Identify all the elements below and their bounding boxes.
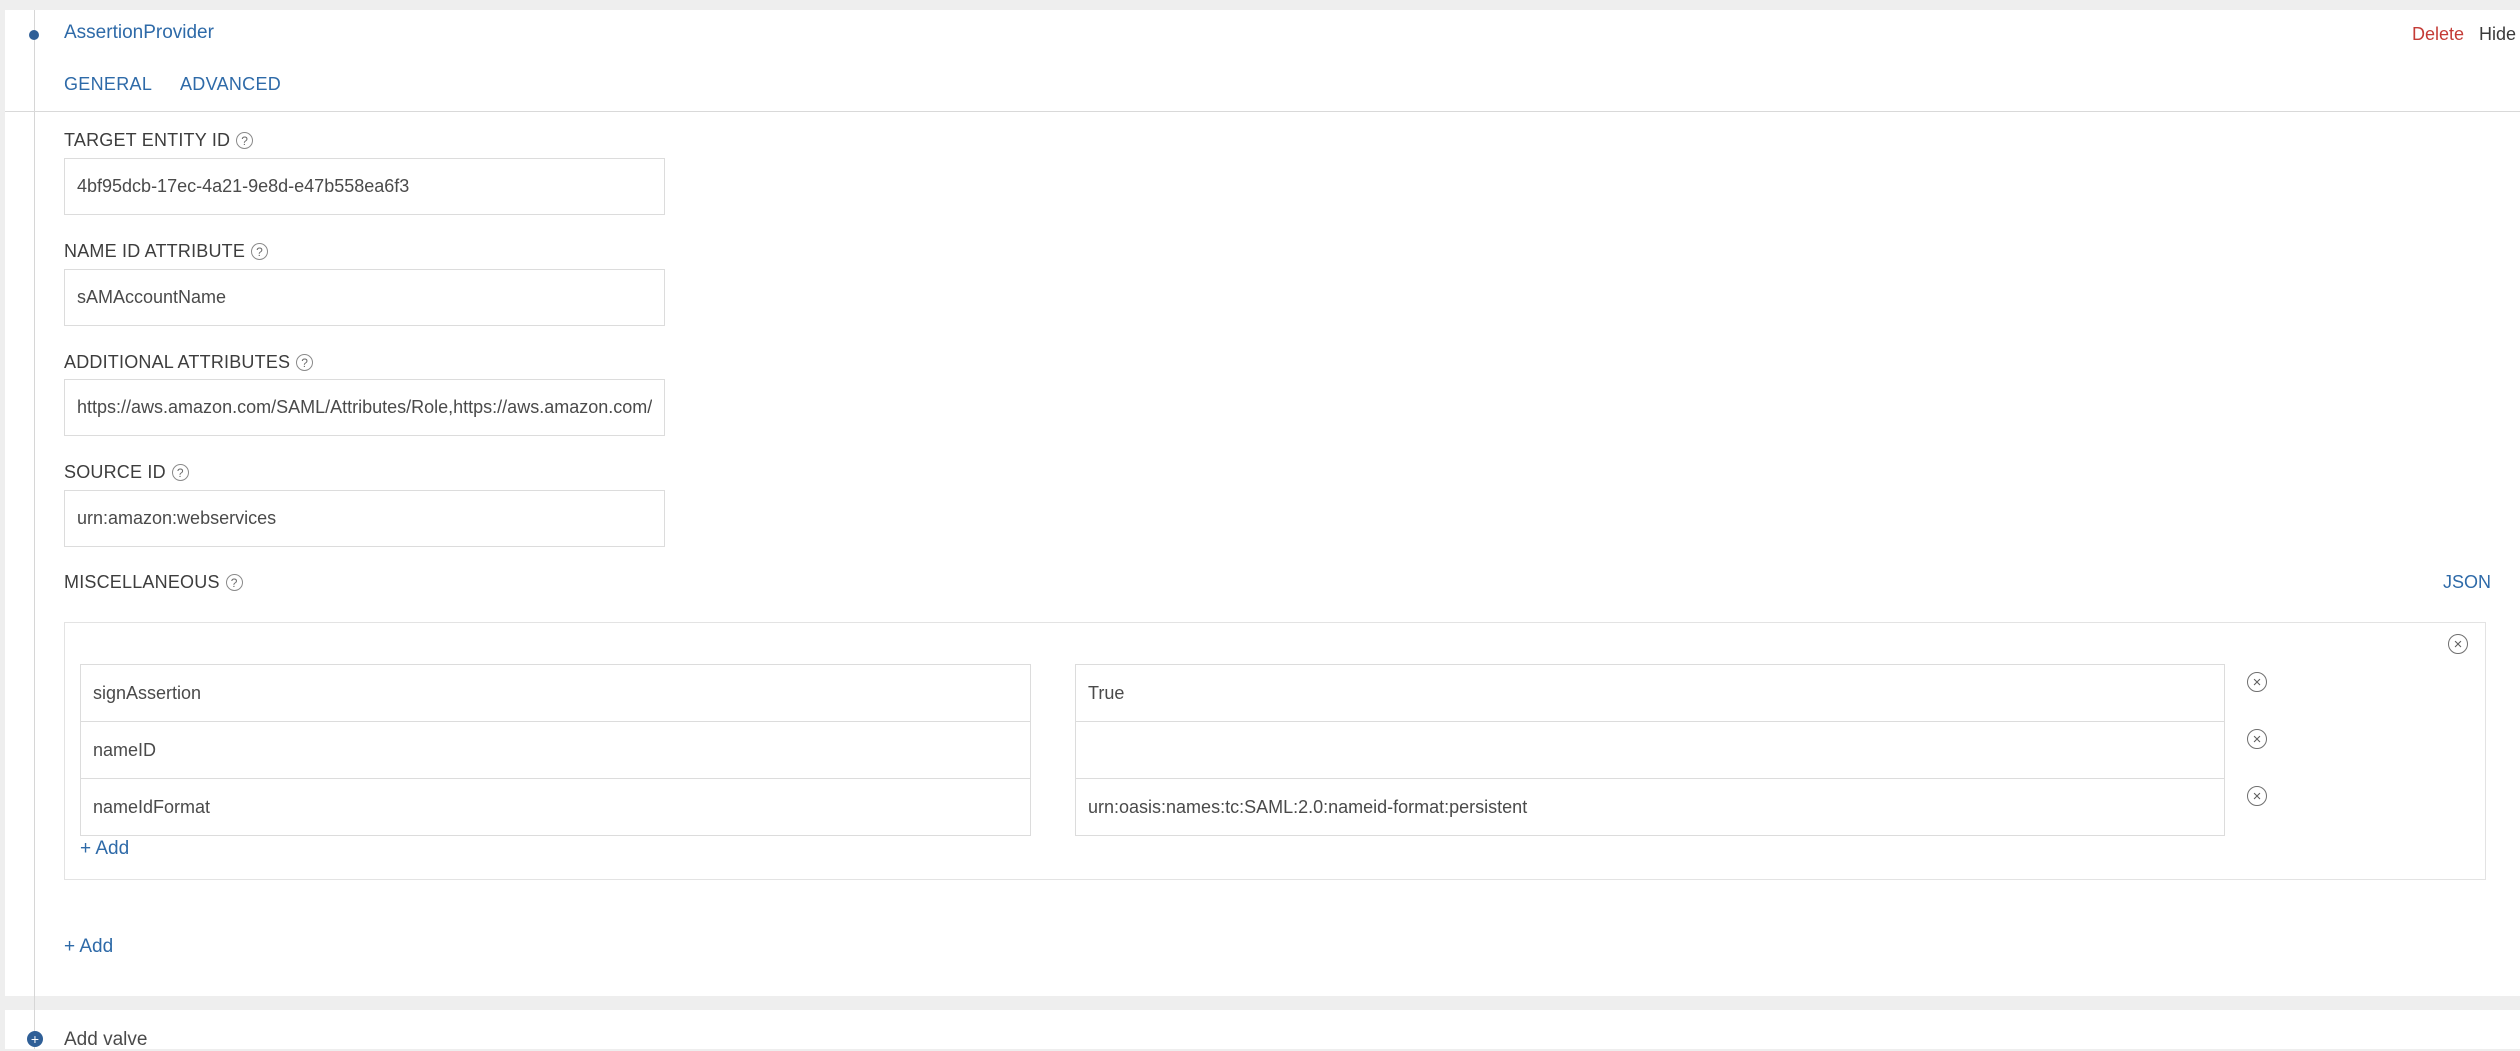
add-valve-panel — [5, 1010, 2520, 1049]
source-id-label-text: SOURCE ID — [64, 462, 166, 482]
timeline-dot-icon — [29, 30, 39, 40]
add-misc-row-button[interactable]: + Add — [80, 838, 129, 860]
additional-attributes-input[interactable] — [64, 379, 665, 436]
miscellaneous-label-text: MISCELLANEOUS — [64, 572, 220, 592]
provider-title[interactable]: AssertionProvider — [64, 22, 214, 44]
tab-advanced[interactable]: ADVANCED — [180, 74, 281, 95]
add-valve-button[interactable]: Add valve — [64, 1029, 147, 1051]
hide-button[interactable]: Hide — [2479, 24, 2516, 45]
question-circle-icon[interactable]: ? — [296, 354, 314, 371]
additional-attributes-label: ADDITIONAL ATTRIBUTES ? — [64, 352, 314, 373]
question-circle-icon[interactable]: ? — [225, 574, 243, 591]
name-id-attribute-label-text: NAME ID ATTRIBUTE — [64, 241, 246, 261]
misc-key-input[interactable] — [80, 664, 1031, 722]
clear-all-icon[interactable]: × — [2448, 634, 2468, 654]
remove-row-icon[interactable]: × — [2247, 729, 2267, 749]
target-entity-id-input[interactable] — [64, 158, 665, 215]
add-button[interactable]: + Add — [64, 936, 113, 958]
tab-general[interactable]: GENERAL — [64, 74, 152, 95]
misc-key-input[interactable] — [80, 778, 1031, 836]
misc-key-input[interactable] — [80, 721, 1031, 779]
source-id-input[interactable] — [64, 490, 665, 547]
remove-row-icon[interactable]: × — [2247, 672, 2267, 692]
tab-divider — [5, 111, 2520, 112]
question-circle-icon[interactable]: ? — [251, 243, 269, 260]
remove-row-icon[interactable]: × — [2247, 786, 2267, 806]
target-entity-id-label: TARGET ENTITY ID ? — [64, 130, 254, 151]
plus-circle-icon[interactable]: + — [27, 1031, 43, 1047]
misc-value-input[interactable] — [1075, 664, 2225, 722]
additional-attributes-label-text: ADDITIONAL ATTRIBUTES — [64, 352, 291, 372]
question-circle-icon[interactable]: ? — [236, 132, 254, 149]
name-id-attribute-label: NAME ID ATTRIBUTE ? — [64, 241, 269, 262]
target-entity-id-label-text: TARGET ENTITY ID — [64, 130, 231, 150]
source-id-label: SOURCE ID ? — [64, 462, 189, 483]
json-toggle-link[interactable]: JSON — [2443, 572, 2491, 593]
misc-value-input[interactable] — [1075, 778, 2225, 836]
question-circle-icon[interactable]: ? — [171, 464, 189, 481]
timeline-line — [34, 10, 35, 1049]
miscellaneous-label: MISCELLANEOUS ? — [64, 572, 243, 593]
name-id-attribute-input[interactable] — [64, 269, 665, 326]
misc-value-input[interactable] — [1075, 721, 2225, 779]
delete-button[interactable]: Delete — [2412, 24, 2464, 45]
